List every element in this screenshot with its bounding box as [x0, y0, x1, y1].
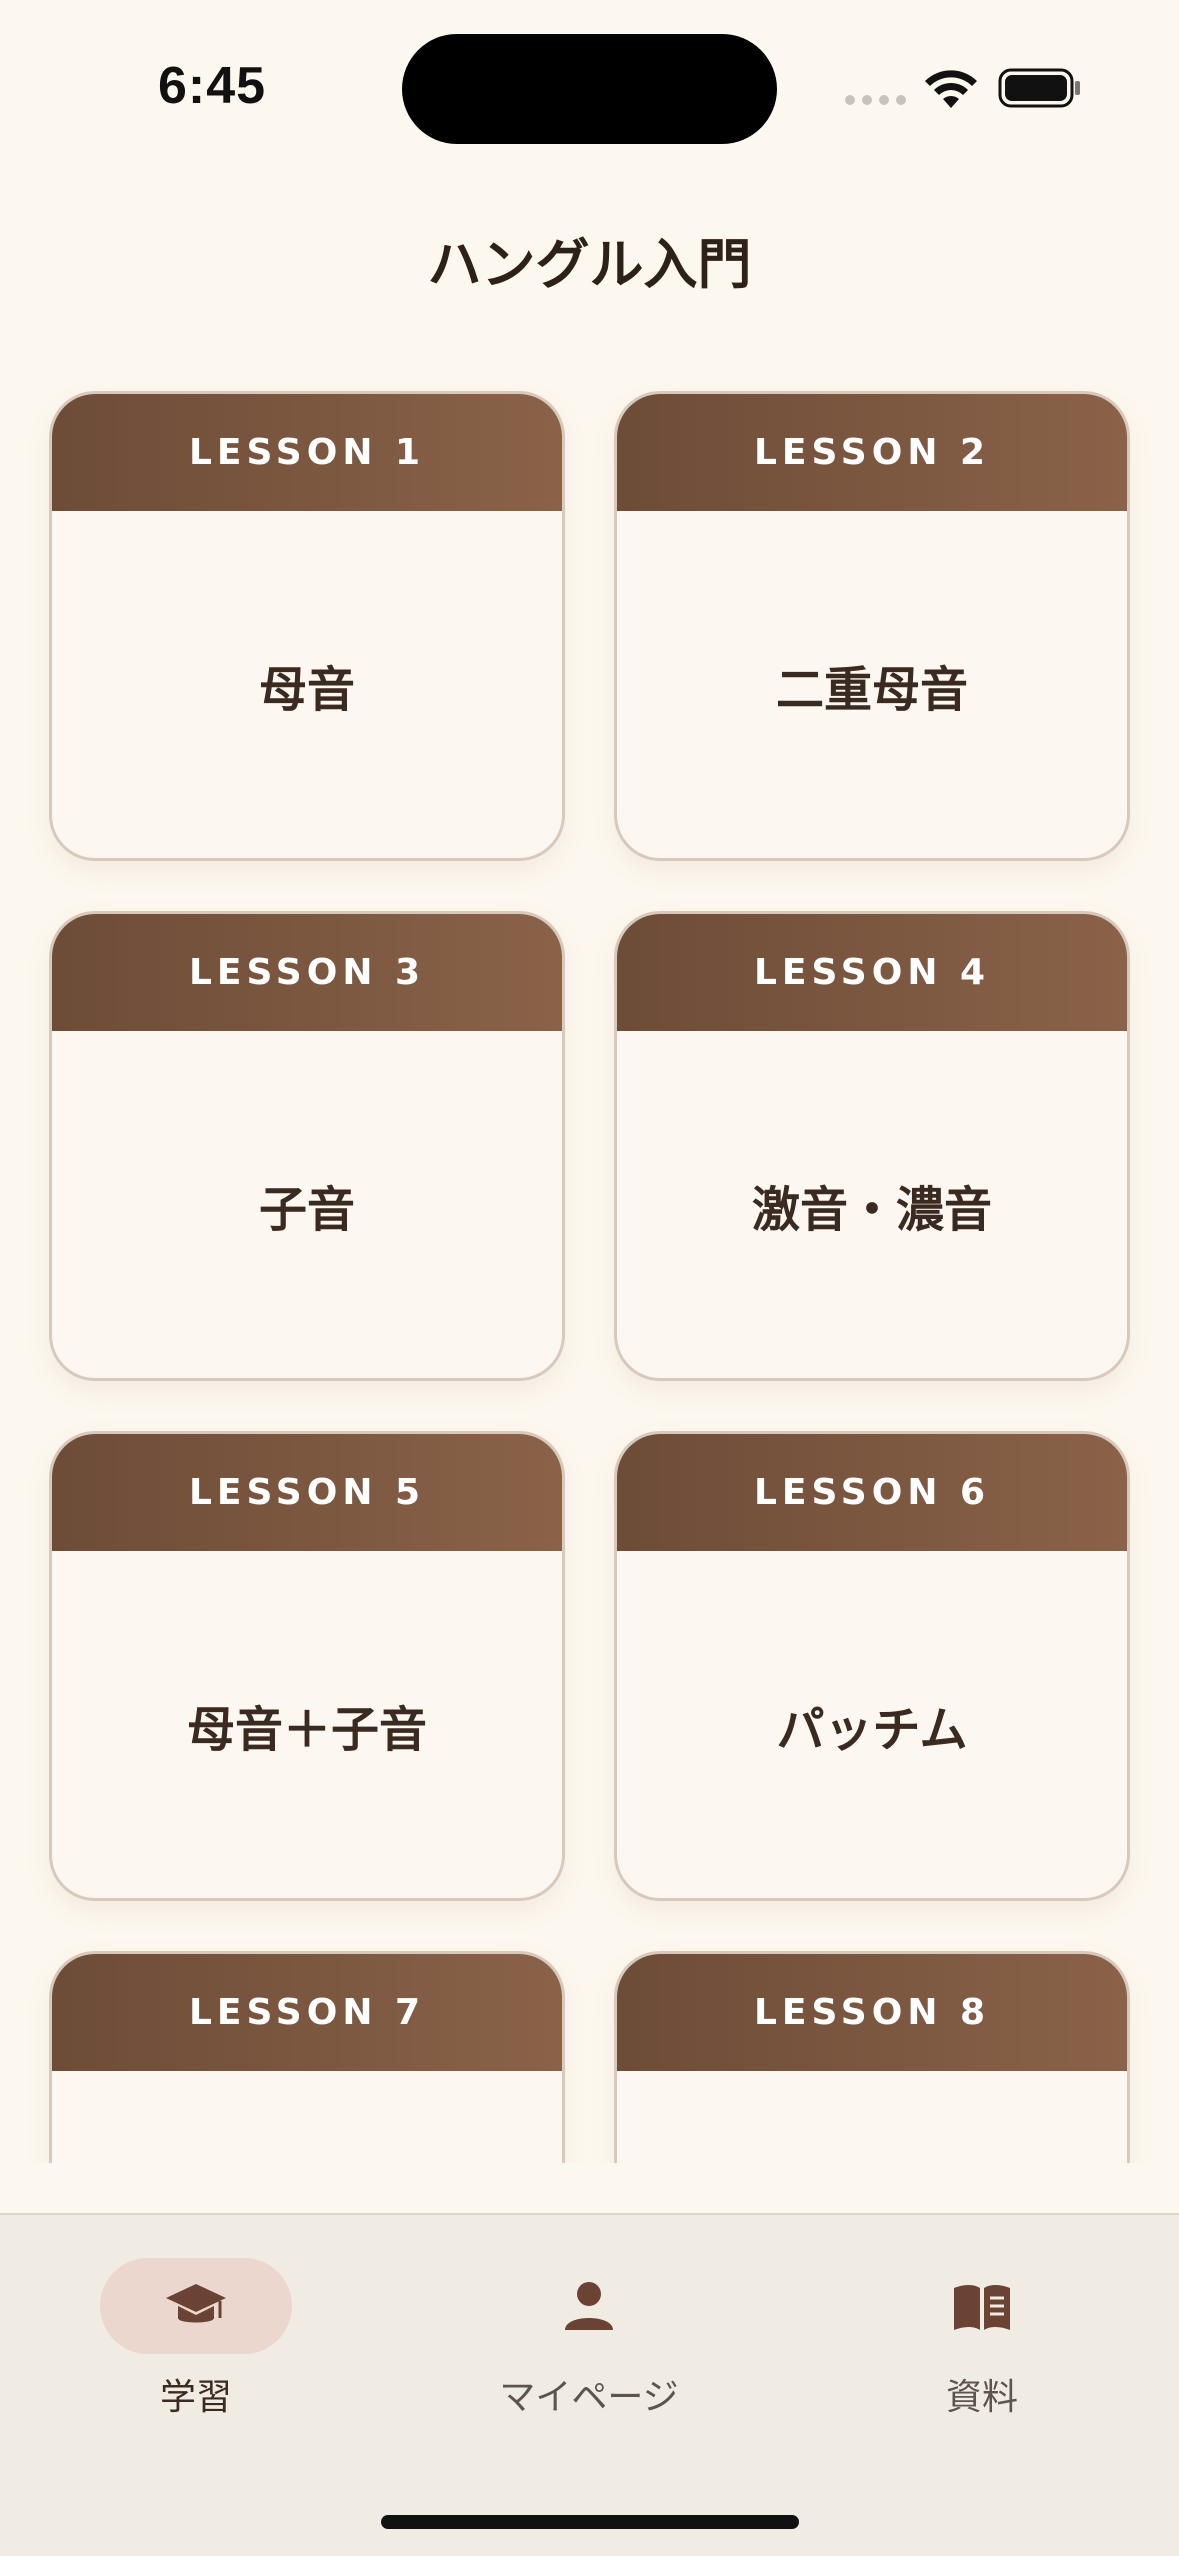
- lesson-card-2[interactable]: LESSON 2 二重母音: [614, 391, 1130, 861]
- tab-label: マイページ: [499, 2377, 679, 2418]
- lesson-card-1[interactable]: LESSON 1 母音: [49, 391, 565, 861]
- lesson-header: LESSON 2: [617, 394, 1127, 511]
- lesson-header: LESSON 1: [52, 394, 562, 511]
- lesson-header: LESSON 3: [52, 914, 562, 1031]
- tab-label: 学習: [159, 2377, 232, 2418]
- lesson-header: LESSON 8: [617, 1954, 1127, 2071]
- lesson-title: 母音: [258, 661, 355, 718]
- lesson-card-6[interactable]: LESSON 6 パッチム: [614, 1431, 1130, 1901]
- lesson-card-5[interactable]: LESSON 5 母音＋子音: [49, 1431, 565, 1901]
- lesson-title: パッチム: [776, 1701, 968, 1758]
- tab-learn[interactable]: 学習: [76, 2258, 316, 2418]
- lesson-card-3[interactable]: LESSON 3 子音: [49, 911, 565, 1381]
- tab-label: 資料: [945, 2377, 1018, 2418]
- wifi-icon: [925, 70, 977, 108]
- status-bar: 6:45: [0, 0, 1179, 170]
- lesson-card-4[interactable]: LESSON 4 激音・濃音: [614, 911, 1130, 1381]
- tab-bar: 学習 マイページ 資料: [0, 2213, 1179, 2556]
- graduation-cap-icon: [166, 2284, 226, 2323]
- tab-materials[interactable]: 資料: [862, 2258, 1102, 2418]
- lesson-title: 二重母音: [775, 661, 968, 718]
- lesson-title: [52, 2071, 562, 2163]
- dynamic-island: [402, 34, 777, 144]
- lesson-header: LESSON 7: [52, 1954, 562, 2071]
- lesson-header: LESSON 6: [617, 1434, 1127, 1551]
- lesson-title: [617, 2071, 1127, 2163]
- lesson-header: LESSON 4: [617, 914, 1127, 1031]
- status-time: 6:45: [158, 57, 267, 115]
- lesson-title: 激音・濃音: [751, 1181, 992, 1238]
- lesson-title: 母音＋子音: [186, 1701, 427, 1758]
- lesson-header: LESSON 5: [52, 1434, 562, 1551]
- person-icon: [565, 2282, 613, 2330]
- book-icon: [954, 2285, 1010, 2330]
- battery-icon: [998, 68, 1080, 108]
- tab-mypage[interactable]: マイページ: [469, 2258, 709, 2418]
- lesson-list[interactable]: LESSON 1 母音 LESSON 2 二重母音 LESSON 3 子音 LE…: [0, 385, 1179, 2163]
- cellular-signal-icon: [845, 95, 906, 105]
- lesson-card-8[interactable]: LESSON 8: [614, 1951, 1130, 2163]
- page-title: ハングル入門: [427, 233, 752, 296]
- home-indicator[interactable]: [381, 2515, 799, 2529]
- lesson-card-7[interactable]: LESSON 7: [49, 1951, 565, 2163]
- lesson-grid: LESSON 1 母音 LESSON 2 二重母音 LESSON 3 子音 LE…: [49, 391, 1130, 2163]
- lesson-title: 子音: [258, 1181, 355, 1238]
